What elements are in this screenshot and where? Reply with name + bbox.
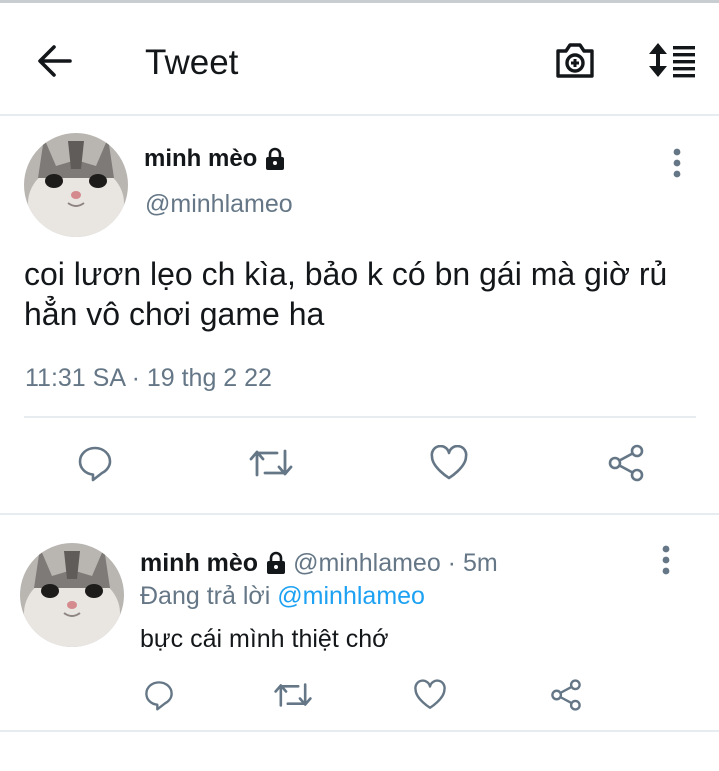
share-icon [606, 443, 646, 488]
retweet-icon [273, 679, 313, 716]
more-options-button[interactable] [656, 544, 676, 580]
reply-icon [76, 444, 114, 487]
share-button[interactable] [604, 444, 648, 486]
retweet-button[interactable] [247, 444, 295, 486]
reply-icon [143, 679, 175, 716]
back-arrow-icon [36, 44, 74, 83]
reply-text: bực cái mình thiệt chớ [140, 625, 389, 653]
reply-author-name: minh mèo [140, 549, 259, 577]
author-name[interactable]: minh mèo [144, 143, 286, 175]
replying-to: Đang trả lời @minhlameo [140, 580, 425, 612]
back-button[interactable] [34, 43, 76, 83]
reply-header[interactable]: minh mèo @minhlameo · 5m [140, 547, 498, 579]
lock-icon [264, 147, 286, 171]
section-divider [0, 513, 719, 515]
more-vertical-icon [661, 545, 671, 580]
lock-icon [265, 551, 287, 575]
replying-prefix: Đang trả lời [140, 582, 271, 610]
replying-mention-link[interactable]: @minhlameo [277, 582, 425, 610]
app-header: Tweet [0, 3, 719, 115]
author-name-text: minh mèo [144, 145, 258, 172]
share-button[interactable] [548, 678, 584, 717]
sort-button[interactable] [644, 39, 700, 85]
like-icon [429, 444, 469, 486]
reply-button[interactable] [141, 679, 177, 715]
page-title: Tweet [145, 43, 239, 82]
reply-button[interactable] [74, 444, 116, 486]
retweet-button[interactable] [272, 679, 314, 715]
avatar[interactable] [20, 543, 124, 647]
like-button[interactable] [427, 444, 471, 486]
reply-handle-time: @minhlameo · 5m [293, 549, 498, 577]
more-options-button[interactable] [667, 147, 687, 183]
more-vertical-icon [672, 148, 682, 183]
tweet-text: coi lươn lẹo ch kìa, bảo k có bn gái mà … [24, 256, 668, 332]
header-divider [0, 114, 719, 116]
camera-button[interactable] [550, 39, 600, 85]
share-icon [549, 678, 583, 717]
like-icon [413, 678, 447, 716]
retweet-icon [248, 445, 294, 486]
avatar[interactable] [24, 133, 128, 237]
tweet-timestamp[interactable]: 11:31 SA · 19 thg 2 22 [25, 362, 272, 394]
tweet-divider [24, 416, 696, 418]
like-button[interactable] [412, 678, 448, 716]
camera-plus-icon [553, 40, 597, 85]
sort-icon [646, 40, 698, 85]
author-handle[interactable]: @minhlameo [145, 188, 293, 220]
bottom-divider [0, 730, 719, 732]
